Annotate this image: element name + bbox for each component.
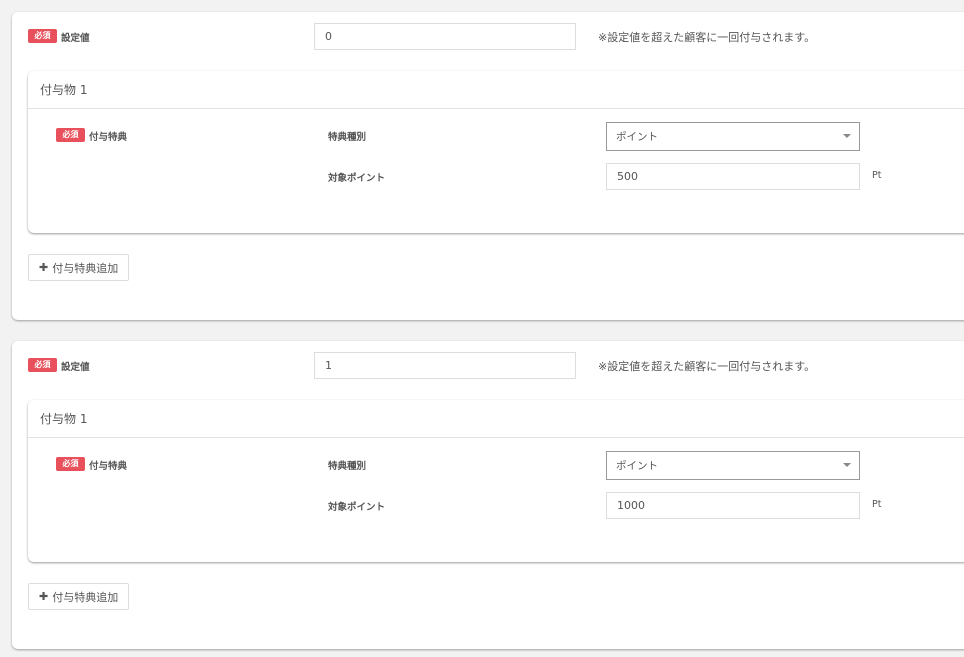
benefit-type-label: 特典種別 xyxy=(328,461,367,472)
benefit-type-select[interactable]: ポイント xyxy=(606,122,860,151)
points-unit: Pt xyxy=(872,170,882,181)
threshold-input[interactable]: 1 xyxy=(314,352,576,379)
points-unit: Pt xyxy=(872,499,882,510)
add-benefit-button[interactable]: ✚ 付与特典追加 xyxy=(28,254,129,281)
target-points-label: 対象ポイント xyxy=(328,173,386,184)
threshold-note: ※設定値を超えた顧客に一回付与されます。 xyxy=(598,31,816,44)
grant-item-card: 付与物 1 必須 付与特典 特典種別 ポイント 対象ポイント 500 Pt xyxy=(28,71,964,233)
required-badge: 必須 xyxy=(56,457,85,471)
benefit-type-value: ポイント xyxy=(616,131,658,143)
target-points-input[interactable]: 1000 xyxy=(606,492,860,519)
threshold-note: ※設定値を超えた顧客に一回付与されます。 xyxy=(598,360,816,373)
target-points-input[interactable]: 500 xyxy=(606,163,860,190)
chevron-down-icon xyxy=(843,134,851,138)
benefit-type-select[interactable]: ポイント xyxy=(606,451,860,480)
target-points-label: 対象ポイント xyxy=(328,502,386,513)
grant-benefit-label: 付与特典 xyxy=(89,461,128,472)
threshold-section: 必須 設定値 0 ※設定値を超えた顧客に一回付与されます。 付与物 1 必須 付… xyxy=(12,12,964,320)
threshold-section: 必須 設定値 1 ※設定値を超えた顧客に一回付与されます。 付与物 1 必須 付… xyxy=(12,341,964,649)
add-benefit-label: 付与特典追加 xyxy=(52,261,119,275)
threshold-label: 設定値 xyxy=(61,33,90,44)
threshold-input[interactable]: 0 xyxy=(314,23,576,50)
grant-item-card: 付与物 1 必須 付与特典 特典種別 ポイント 対象ポイント 1000 Pt xyxy=(28,400,964,562)
benefit-type-value: ポイント xyxy=(616,460,658,472)
add-benefit-button[interactable]: ✚ 付与特典追加 xyxy=(28,583,129,610)
plus-icon: ✚ xyxy=(39,590,49,603)
grant-item-title: 付与物 1 xyxy=(28,71,964,109)
add-benefit-label: 付与特典追加 xyxy=(52,590,119,604)
grant-benefit-label: 付与特典 xyxy=(89,132,128,143)
threshold-label: 設定値 xyxy=(61,362,90,373)
chevron-down-icon xyxy=(843,463,851,467)
required-badge: 必須 xyxy=(28,29,57,43)
grant-item-title: 付与物 1 xyxy=(28,400,964,438)
benefit-type-label: 特典種別 xyxy=(328,132,367,143)
required-badge: 必須 xyxy=(28,358,57,372)
required-badge: 必須 xyxy=(56,128,85,142)
plus-icon: ✚ xyxy=(39,261,49,274)
